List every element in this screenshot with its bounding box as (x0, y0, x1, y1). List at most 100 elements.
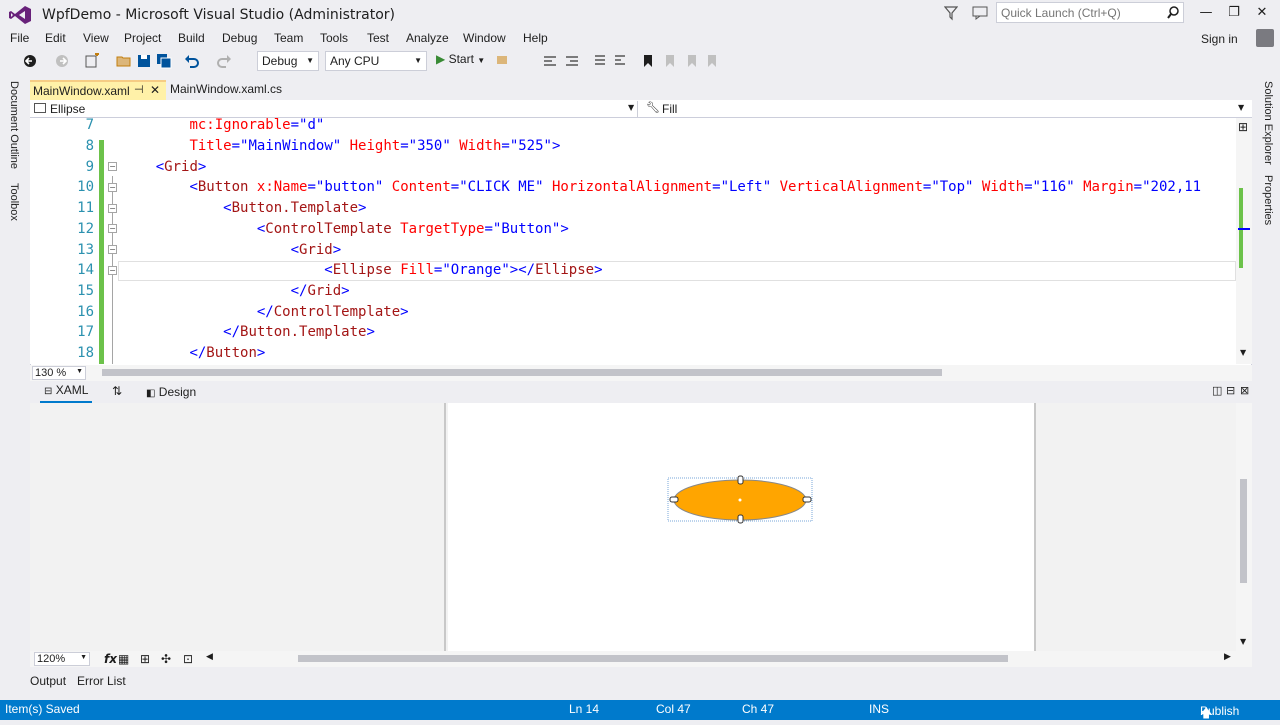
tab-xaml[interactable]: ⊟ XAML (40, 381, 93, 403)
scroll-thumb[interactable] (1240, 479, 1247, 583)
clear-bookmarks-icon[interactable] (704, 53, 720, 69)
comment-lines-icon[interactable] (592, 53, 608, 69)
grid-icon[interactable]: ▦ (118, 652, 129, 666)
tab-document-outline[interactable]: Document Outline (8, 81, 20, 169)
solution-configuration-select[interactable]: Debug ▼ (257, 51, 319, 71)
menu-help[interactable]: Help (523, 31, 548, 45)
menu-analyze[interactable]: Analyze (406, 31, 449, 45)
editor-zoom-select[interactable]: 130 % ▼ (32, 366, 86, 380)
save-all-icon[interactable] (156, 53, 172, 69)
menu-build[interactable]: Build (178, 31, 205, 45)
collapse-icon[interactable]: − (108, 183, 117, 192)
feedback-icon[interactable] (972, 5, 988, 21)
close-button[interactable]: ✕ (1248, 3, 1276, 25)
scroll-thumb[interactable] (298, 655, 1008, 662)
scroll-down-icon[interactable]: ▼ (1240, 637, 1246, 646)
editor-vertical-scrollbar[interactable]: ⊞ ▼ (1236, 118, 1252, 364)
collapse-icon[interactable]: − (108, 266, 117, 275)
save-icon[interactable] (136, 53, 152, 69)
scroll-thumb[interactable] (102, 369, 942, 376)
prev-bookmark-icon[interactable] (662, 53, 678, 69)
menu-tools[interactable]: Tools (320, 31, 348, 45)
code-line[interactable]: <Button x:Name="button" Content="CLICK M… (122, 179, 1201, 195)
bookmark-icon[interactable] (640, 53, 656, 69)
uncomment-lines-icon[interactable] (612, 53, 628, 69)
attach-icon[interactable] (494, 53, 510, 69)
code-line[interactable]: <Ellipse Fill="Orange"></Ellipse> (122, 262, 602, 278)
forward-icon[interactable] (54, 53, 70, 69)
collapse-pane-icon[interactable]: ⊠ (1240, 384, 1249, 397)
account-avatar[interactable] (1256, 29, 1274, 47)
element-nav-select[interactable]: Ellipse ▼ (32, 101, 638, 117)
menu-file[interactable]: File (10, 31, 29, 45)
menu-debug[interactable]: Debug (222, 31, 257, 45)
next-bookmark-icon[interactable] (684, 53, 700, 69)
new-project-icon[interactable] (84, 53, 100, 69)
filter-icon[interactable] (944, 5, 958, 21)
open-file-icon[interactable] (116, 53, 132, 69)
tab-mainwindow-xaml[interactable]: MainWindow.xaml ⊣ ✕ (30, 80, 166, 100)
solution-platform-select[interactable]: Any CPU ▼ (325, 51, 427, 71)
minimize-button[interactable]: — (1192, 3, 1220, 25)
scroll-left-icon[interactable]: ◀ (206, 652, 213, 662)
menu-project[interactable]: Project (124, 31, 161, 45)
code-line[interactable]: </Grid> (122, 283, 350, 299)
snap-snaplines-icon[interactable]: ⊡ (183, 652, 193, 666)
code-line[interactable]: </Button> (122, 345, 265, 361)
menu-window[interactable]: Window (463, 31, 506, 45)
designer-vertical-scrollbar[interactable]: ▼ (1236, 403, 1252, 651)
menu-view[interactable]: View (83, 31, 109, 45)
tab-properties[interactable]: Properties (1262, 175, 1274, 225)
scroll-right-icon[interactable]: ▶ (1224, 652, 1231, 662)
code-line[interactable]: <Button.Template> (122, 200, 366, 216)
code-line[interactable]: <ControlTemplate TargetType="Button"> (122, 221, 569, 237)
undo-icon[interactable] (184, 53, 200, 69)
code-line[interactable]: <Grid> (122, 159, 207, 175)
quick-launch[interactable] (996, 2, 1184, 23)
code-line[interactable]: <Grid> (122, 242, 342, 258)
code-line[interactable]: </Button.Template> (122, 324, 375, 340)
designer-horizontal-scrollbar[interactable]: fx ▦ ⊞ ✣ ⊡ ◀ ▶ (30, 651, 1252, 667)
code-line[interactable]: mc:Ignorable="d" (122, 118, 324, 133)
formula-icon[interactable]: fx (104, 652, 117, 666)
tab-output[interactable]: Output (30, 674, 66, 688)
tab-design[interactable]: ◧ Design (146, 385, 196, 399)
swap-panes-icon[interactable]: ⇅ (112, 384, 122, 398)
property-nav-select[interactable]: 🔧︎ Fill ▼ (642, 101, 1248, 117)
editor-horizontal-scrollbar[interactable] (30, 365, 1252, 381)
chevron-down-icon: ▼ (306, 56, 314, 65)
snap-gridlines-icon[interactable]: ✣ (161, 652, 171, 666)
step-into-icon[interactable] (542, 53, 558, 69)
search-icon[interactable] (1167, 6, 1179, 19)
menu-team[interactable]: Team (274, 31, 303, 45)
start-debugging-button[interactable]: ▶ Start ▼ (436, 52, 485, 66)
scroll-down-icon[interactable]: ▼ (1240, 348, 1246, 357)
restore-button[interactable]: ❐ (1220, 3, 1248, 25)
collapse-icon[interactable]: − (108, 162, 117, 171)
step-over-icon[interactable] (564, 53, 580, 69)
vertical-split-icon[interactable]: ◫ (1212, 384, 1222, 397)
split-editor-icon[interactable]: ⊞ (1238, 120, 1248, 134)
tab-mainwindow-xaml-cs[interactable]: MainWindow.xaml.cs (168, 80, 318, 100)
menu-test[interactable]: Test (367, 31, 389, 45)
redo-icon[interactable] (216, 53, 232, 69)
horizontal-split-icon[interactable]: ⊟ (1226, 384, 1235, 397)
menu-edit[interactable]: Edit (45, 31, 66, 45)
code-line[interactable]: Title="MainWindow" Height="350" Width="5… (122, 138, 560, 154)
close-tab-icon[interactable]: ✕ (150, 83, 160, 97)
code-line[interactable]: </ControlTemplate> (122, 304, 409, 320)
collapse-icon[interactable]: − (108, 224, 117, 233)
back-icon[interactable] (22, 53, 38, 69)
tab-toolbox[interactable]: Toolbox (8, 183, 20, 221)
tab-solution-explorer[interactable]: Solution Explorer (1262, 81, 1274, 165)
artboard-bg-icon[interactable]: ⊞ (140, 652, 150, 666)
collapse-icon[interactable]: − (108, 245, 117, 254)
designer-zoom-select[interactable]: 120% ▼ (34, 652, 90, 666)
sign-in-link[interactable]: Sign in (1201, 32, 1238, 46)
selected-ellipse-button[interactable] (664, 470, 816, 526)
tab-error-list[interactable]: Error List (77, 674, 126, 688)
collapse-icon[interactable]: − (108, 204, 117, 213)
window-artboard[interactable] (448, 403, 1034, 651)
quick-launch-input[interactable] (1001, 5, 1161, 20)
pin-icon[interactable]: ⊣ (134, 83, 144, 96)
